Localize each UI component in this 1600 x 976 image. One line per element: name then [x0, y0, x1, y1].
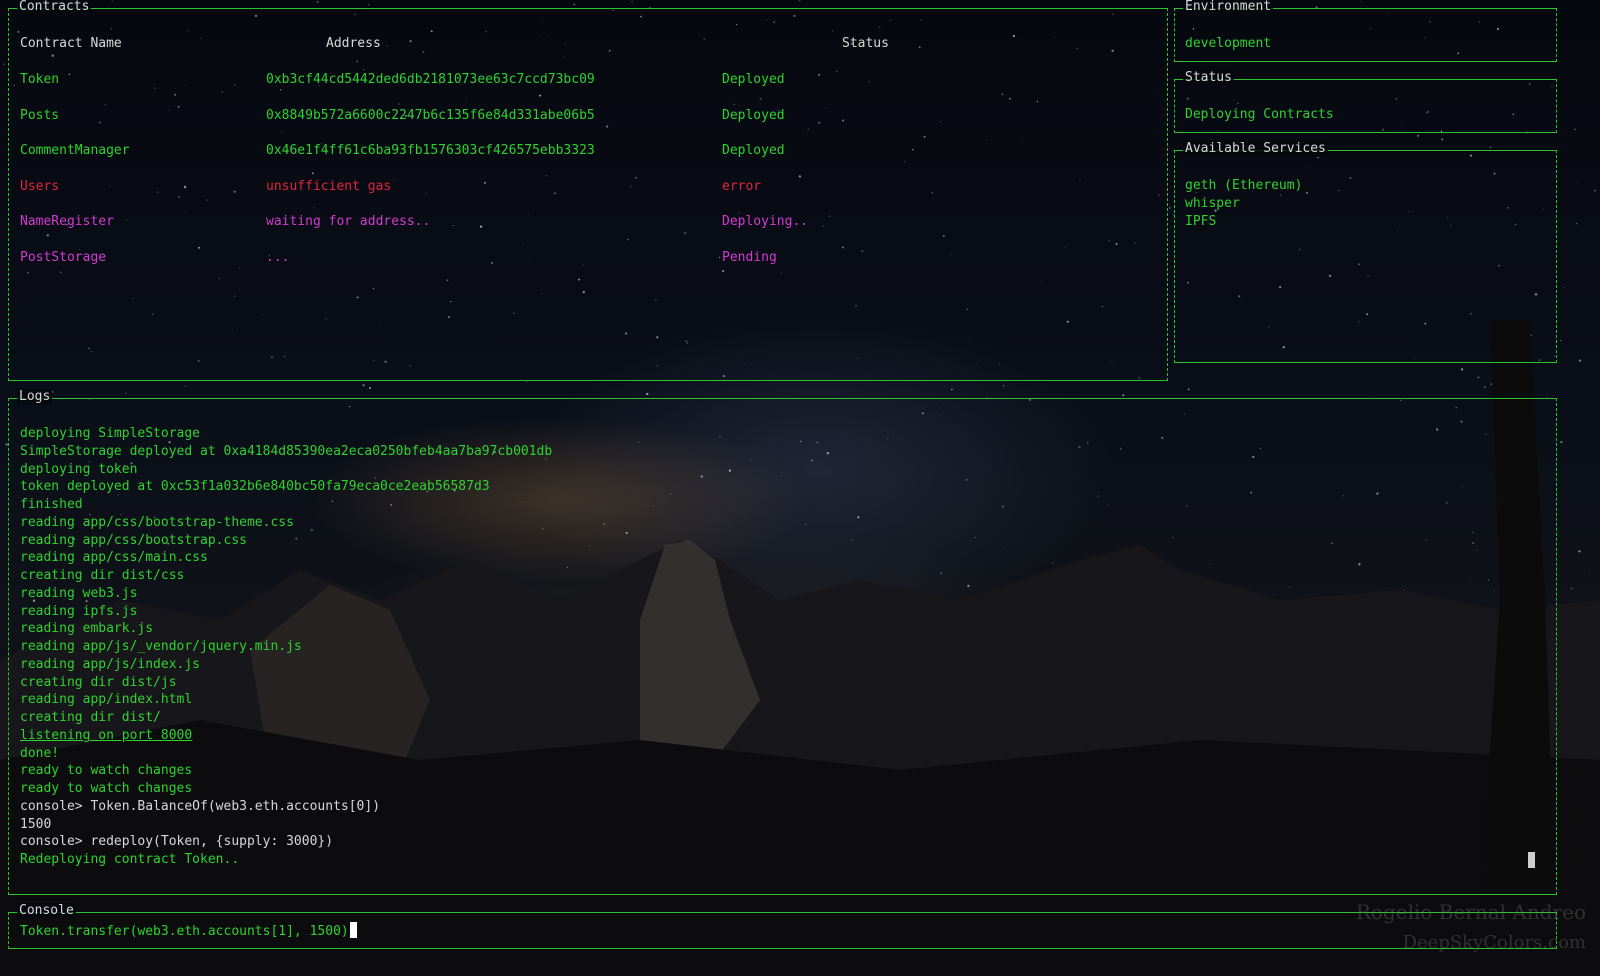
log-line: ready to watch changes	[20, 763, 193, 779]
column-header-address: Address	[326, 36, 381, 51]
log-output: deploying SimpleStorage SimpleStorage dep…	[20, 425, 552, 869]
contract-status-cell: Deployed	[722, 72, 785, 87]
log-line: console> redeploy(Token, {supply: 3000})	[20, 834, 334, 850]
column-header-status: Status	[842, 36, 889, 51]
log-line: reading app/css/main.css	[20, 550, 208, 566]
contract-name-cell: Token	[20, 72, 60, 87]
watermark-photographer: Rogelio Bernal Andreo	[1355, 900, 1586, 924]
contract-address-cell: waiting for address..	[266, 214, 431, 229]
contract-address-cell: unsufficient gas	[266, 178, 392, 194]
log-line: creating dir dist/css	[20, 568, 185, 583]
console-panel-title: Console	[17, 903, 76, 919]
log-line: deploying SimpleStorage	[20, 426, 201, 441]
watermark-website: DeepSkyColors.com	[1402, 932, 1586, 953]
log-line: reading app/css/bootstrap.css	[20, 532, 247, 548]
log-line: reading app/js/_vendor/jquery.min.js	[20, 639, 302, 654]
logs-panel-title: Logs	[17, 389, 53, 405]
environment-panel-title: Environment	[1183, 0, 1274, 15]
log-line: done!	[20, 745, 60, 761]
contract-status-cell: Deployed	[722, 107, 785, 123]
contract-status-cell: Deployed	[722, 143, 785, 158]
contract-address-cell: 0x46e1f4ff61c6ba93fb1576303cf426575ebb33…	[266, 143, 595, 158]
logs-scrollbar-thumb[interactable]	[1528, 852, 1535, 868]
console-input-line[interactable]: Token.transfer(web3.eth.accounts[1], 150…	[20, 922, 357, 941]
log-line: Redeploying contract Token..	[20, 852, 240, 867]
contract-name-cell: Posts	[20, 107, 60, 123]
log-line: SimpleStorage deployed at 0xa4184d85390e…	[20, 443, 553, 459]
contract-address-cell: 0x8849b572a6600c2247b6c135f6e84d331abe06…	[266, 107, 595, 123]
console-panel[interactable]: Console Token.transfer(web3.eth.accounts…	[8, 903, 1557, 949]
contract-name-cell: CommentManager	[20, 143, 130, 158]
contract-address-cell: 0xb3cf44cd5442ded6db2181073ee63c7ccd73bc…	[266, 72, 595, 87]
available-services-panel: Available Services geth (Ethereum) whisp…	[1174, 141, 1557, 363]
contract-status-cell: error	[722, 178, 762, 194]
log-line: creating dir dist/	[20, 710, 161, 725]
log-line: listening on port 8000	[20, 727, 193, 743]
contract-name-cell: Users	[20, 178, 60, 194]
contract-name-cell: NameRegister	[20, 214, 114, 229]
logs-panel[interactable]: Logs deploying SimpleStorage SimpleStorag…	[8, 389, 1557, 895]
log-line: 1500	[20, 816, 52, 832]
environment-panel: Environment development	[1174, 0, 1557, 62]
log-line: reading embark.js	[20, 621, 154, 637]
contract-status-cell: Pending	[722, 249, 777, 265]
contract-status-cell: Deploying..	[722, 214, 809, 229]
log-line: reading ipfs.js	[20, 603, 138, 619]
console-input[interactable]: Token.transfer(web3.eth.accounts[1], 150…	[20, 924, 349, 939]
available-services-panel-title: Available Services	[1183, 141, 1328, 157]
service-item: geth (Ethereum)	[1185, 178, 1303, 193]
log-line: reading app/js/index.js	[20, 656, 201, 672]
log-line: reading app/css/bootstrap-theme.css	[20, 514, 294, 530]
log-line: ready to watch changes	[20, 781, 193, 796]
status-panel: Status Deploying Contracts	[1174, 70, 1557, 133]
column-header-contract-name: Contract Name	[20, 36, 122, 51]
service-item: whisper	[1185, 196, 1240, 211]
service-item: IPFS	[1185, 214, 1217, 229]
contracts-panel-title: Contracts	[17, 0, 92, 15]
contracts-panel: Contracts Contract Name Address Status T…	[8, 0, 1168, 381]
status-value: Deploying Contracts	[1185, 107, 1334, 122]
log-line: token deployed at 0xc53f1a032b6e840bc50f…	[20, 479, 490, 495]
text-cursor	[349, 922, 357, 938]
status-panel-title: Status	[1183, 70, 1234, 86]
log-line: reading web3.js	[20, 585, 138, 601]
log-line: reading app/index.html	[20, 692, 193, 708]
environment-value: development	[1185, 36, 1272, 51]
contract-address-cell: ...	[266, 249, 290, 265]
log-line: finished	[20, 497, 83, 512]
log-line: creating dir dist/js	[20, 674, 177, 690]
log-line: deploying token	[20, 461, 138, 477]
log-line: console> Token.BalanceOf(web3.eth.accoun…	[20, 798, 381, 814]
contract-name-cell: PostStorage	[20, 249, 107, 265]
